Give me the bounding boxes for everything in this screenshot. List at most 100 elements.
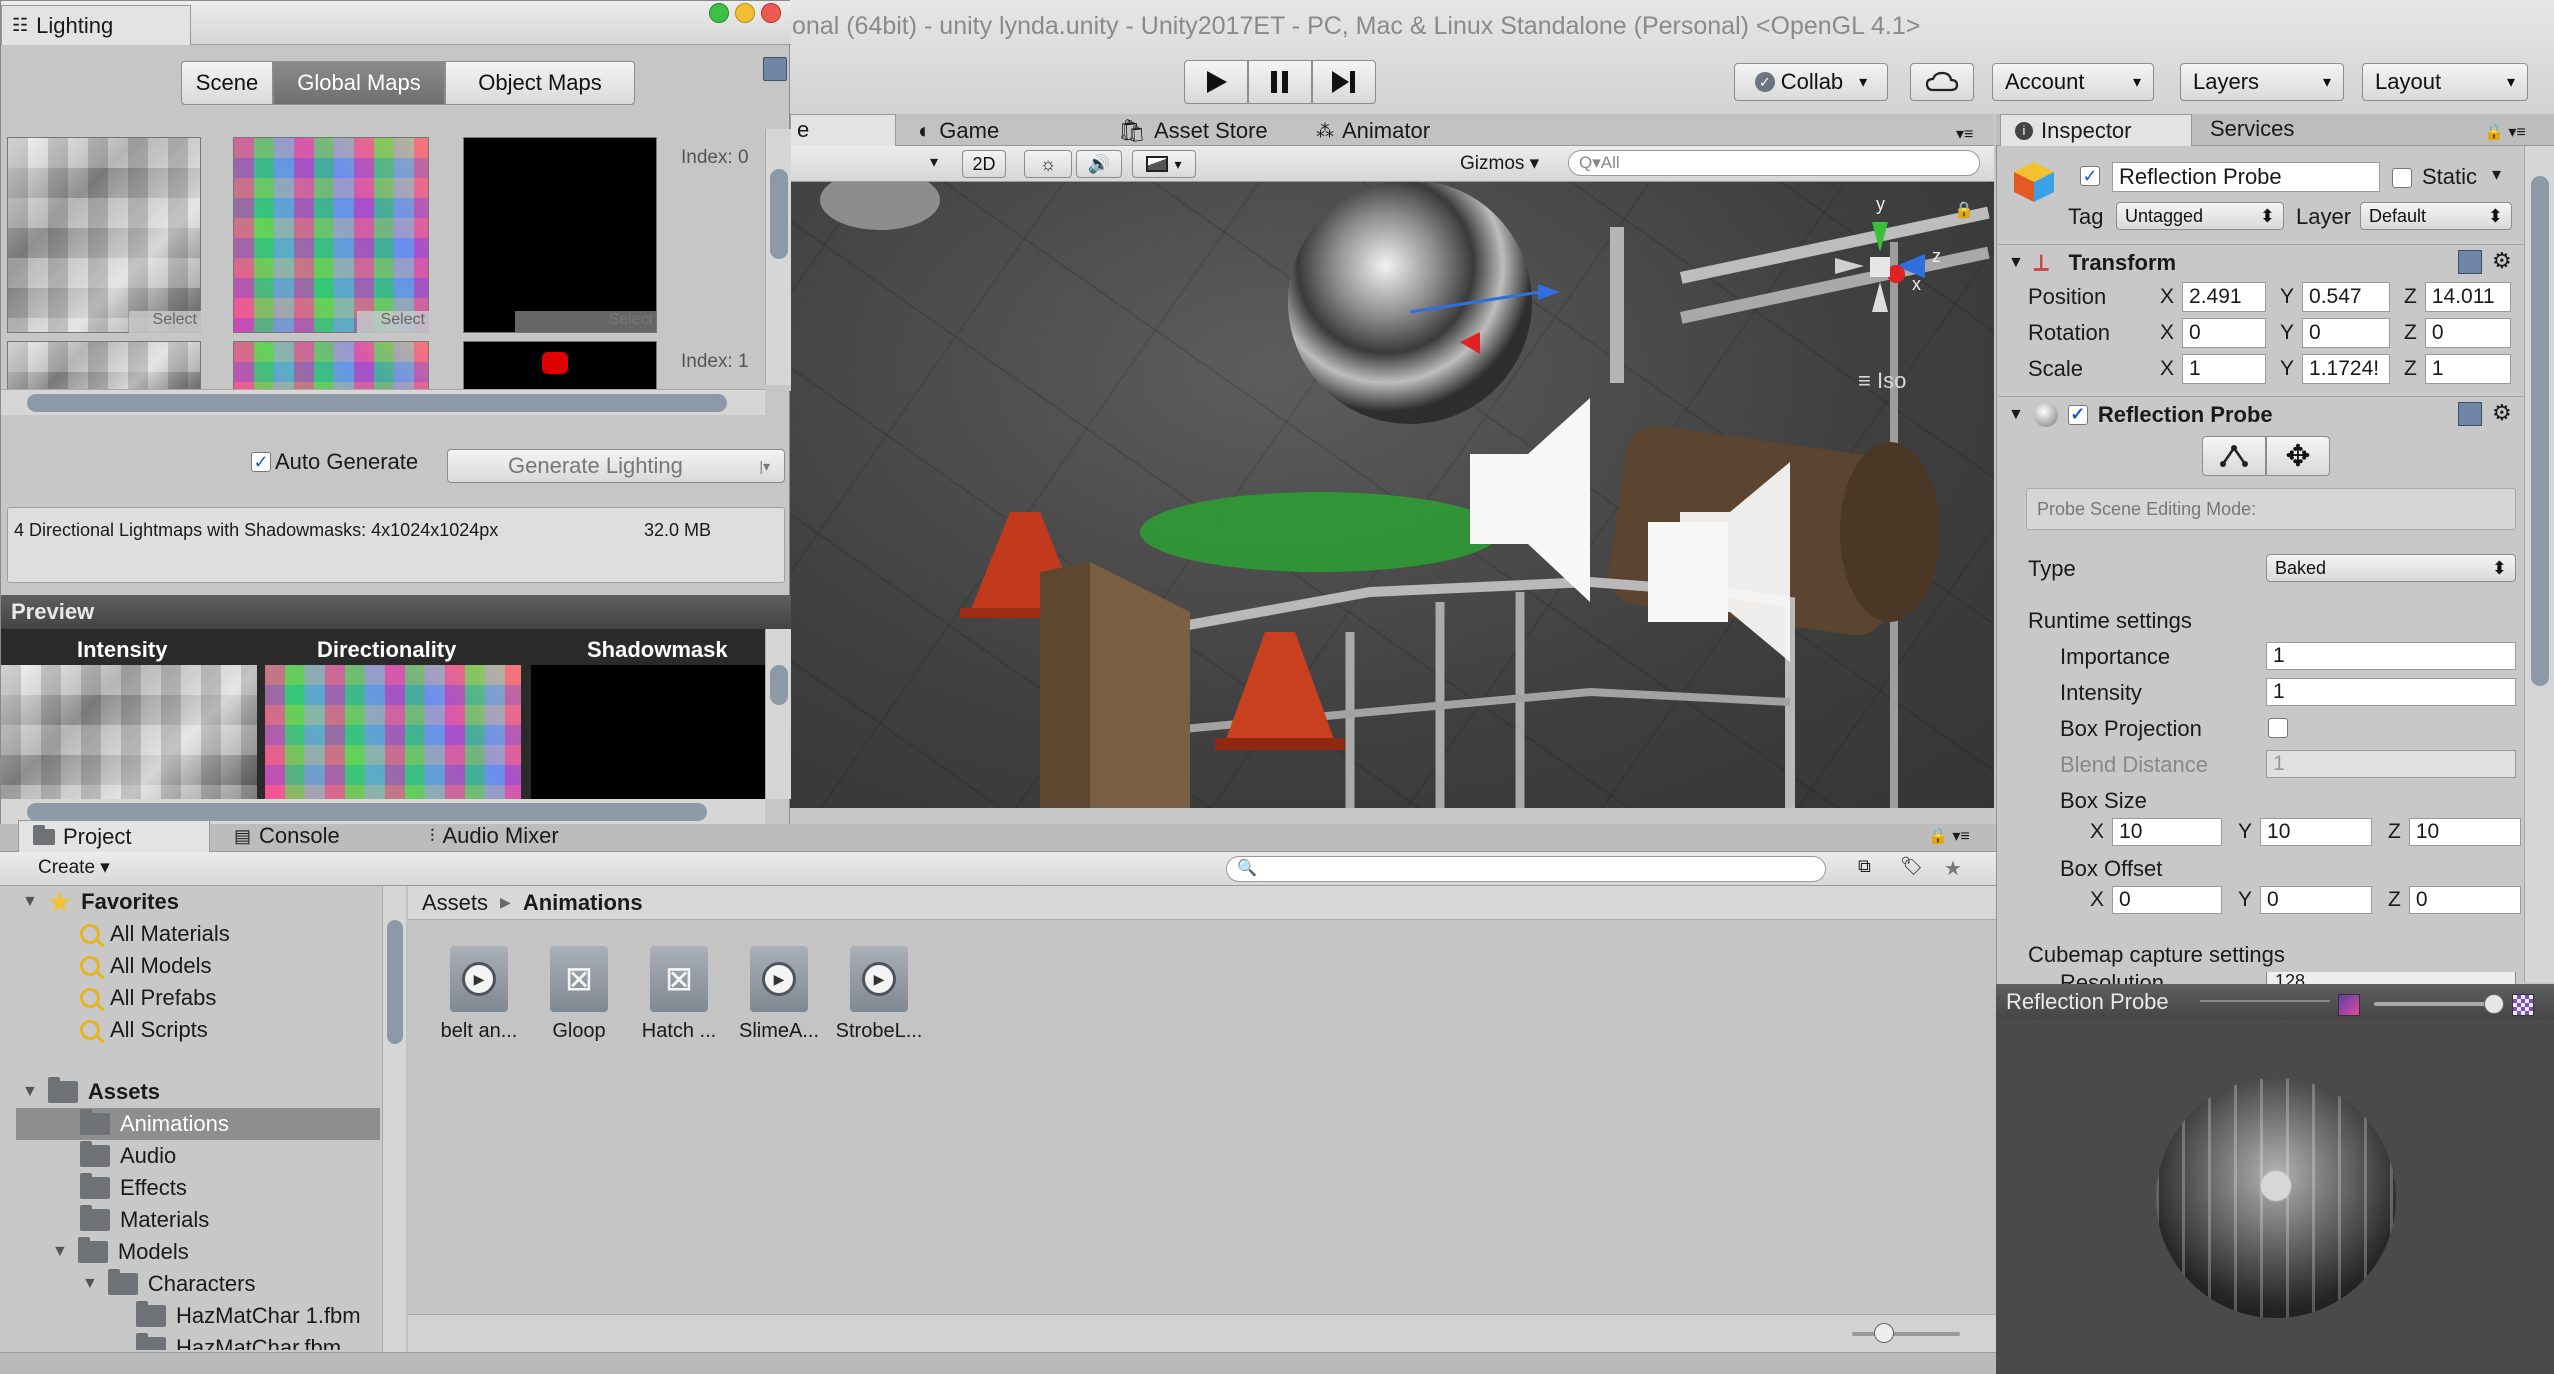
search-by-type-icon[interactable]: ⧉ xyxy=(1858,856,1871,877)
direction-thumb-0[interactable] xyxy=(233,137,429,333)
lightmaps-scrollbar[interactable] xyxy=(765,129,791,385)
tag-dropdown[interactable]: Untagged ⬍ xyxy=(2116,202,2284,230)
asset-belt-animation[interactable]: ▶ belt an... xyxy=(424,946,534,1043)
tab-inspector[interactable]: i Inspector xyxy=(2000,114,2192,146)
inspector-scrollbar[interactable] xyxy=(2524,146,2554,982)
favorite-all-materials[interactable]: All Materials xyxy=(80,918,230,950)
resolution-dropdown[interactable]: 128 xyxy=(2266,972,2516,984)
probe-settings-icon[interactable]: ⚙ xyxy=(2492,400,2512,426)
probe-help-icon[interactable] xyxy=(2458,402,2482,426)
tab-console[interactable]: ▤ Console xyxy=(234,820,340,852)
effects-toggle[interactable]: ▾ xyxy=(1132,150,1196,178)
folder-animations[interactable]: Animations xyxy=(80,1108,229,1140)
zoom-window-icon[interactable] xyxy=(709,3,729,23)
move-origin-button[interactable]: ✥ xyxy=(2266,436,2330,476)
folder-materials[interactable]: Materials xyxy=(80,1204,209,1236)
icon-size-slider-thumb[interactable] xyxy=(1874,1323,1894,1343)
lightmaps-scroll-thumb[interactable] xyxy=(770,169,788,259)
lightmaps-hscroll-thumb[interactable] xyxy=(27,394,727,412)
position-x-field[interactable]: 2.491 xyxy=(2182,282,2267,312)
tab-asset-store[interactable]: 🛍 Asset Store xyxy=(1118,116,1268,146)
step-button[interactable] xyxy=(1312,60,1376,104)
project-lock-icon[interactable]: 🔒 ▾≡ xyxy=(1928,826,1970,846)
box-size-x-field[interactable]: 10 xyxy=(2112,818,2223,846)
scale-y-field[interactable]: 1.1724! xyxy=(2302,354,2391,384)
preview-shadowmask[interactable] xyxy=(531,665,765,799)
select-button-2[interactable]: Select xyxy=(515,311,657,333)
gizmos-dropdown[interactable]: Gizmos ▾ xyxy=(1460,152,1539,175)
folder-audio[interactable]: Audio xyxy=(80,1140,176,1172)
active-checkbox[interactable]: ✓ xyxy=(2080,166,2100,186)
move-gizmo-z-arrow[interactable] xyxy=(1538,284,1560,300)
preview-tab-intensity[interactable]: Intensity xyxy=(77,637,167,663)
preview-intensity[interactable] xyxy=(1,665,257,799)
lighting-tab[interactable]: ☷ Lighting xyxy=(1,5,191,45)
icon-size-slider[interactable] xyxy=(1852,1323,1960,1343)
folder-effects[interactable]: Effects xyxy=(80,1172,187,1204)
rotation-z-field[interactable]: 0 xyxy=(2424,318,2511,348)
create-dropdown[interactable]: Create ▾ xyxy=(38,856,110,879)
breadcrumb-assets[interactable]: Assets xyxy=(422,890,488,916)
rotation-x-field[interactable]: 0 xyxy=(2182,318,2267,348)
folder-models[interactable]: ▼ Models xyxy=(52,1236,189,1268)
box-offset-x-field[interactable]: 0 xyxy=(2112,886,2223,914)
preview-checker-icon[interactable] xyxy=(2512,994,2534,1016)
object-name-field[interactable]: Reflection Probe xyxy=(2112,162,2380,192)
select-button-1[interactable]: Select xyxy=(357,311,429,333)
shadowmask-thumb-1[interactable] xyxy=(463,341,657,391)
box-size-y-field[interactable]: 10 xyxy=(2260,818,2373,846)
asset-hatch[interactable]: ⊠ Hatch ... xyxy=(624,946,734,1043)
tab-project[interactable]: Project xyxy=(18,820,210,852)
scene-search-input[interactable]: Q▾All xyxy=(1568,150,1980,176)
lightmap-thumb-1[interactable] xyxy=(7,341,201,391)
box-offset-y-field[interactable]: 0 xyxy=(2260,886,2373,914)
edit-bounds-button[interactable] xyxy=(2202,436,2266,476)
preview-scrollbar[interactable] xyxy=(765,629,791,799)
pause-button[interactable] xyxy=(1248,60,1312,104)
cloud-button[interactable] xyxy=(1910,63,1974,101)
project-tree-scroll-thumb[interactable] xyxy=(387,920,403,1044)
box-offset-z-field[interactable]: 0 xyxy=(2408,886,2521,914)
tab-object-maps[interactable]: Object Maps xyxy=(445,61,635,105)
rotation-y-field[interactable]: 0 xyxy=(2302,318,2391,348)
layout-dropdown[interactable]: Layout xyxy=(2362,63,2528,101)
position-z-field[interactable]: 14.011 xyxy=(2424,282,2511,312)
tab-menu-icon[interactable]: ▾≡ xyxy=(1956,124,1973,144)
tab-scene-lighting[interactable]: Scene xyxy=(181,61,273,105)
collab-button[interactable]: ✓ Collab xyxy=(1734,63,1888,101)
preview-slider-thumb[interactable] xyxy=(2484,994,2504,1014)
scale-x-field[interactable]: 1 xyxy=(2182,354,2267,384)
favorite-all-prefabs[interactable]: All Prefabs xyxy=(80,982,216,1014)
play-button[interactable] xyxy=(1184,60,1248,104)
generate-lighting-button[interactable]: Generate Lighting |▾ xyxy=(447,449,785,483)
reflection-probe-sphere[interactable] xyxy=(1288,182,1532,424)
audio-source-icon[interactable] xyxy=(1470,398,1590,602)
breadcrumb-animations[interactable]: Animations xyxy=(523,890,643,916)
reflection-probe-enabled-checkbox[interactable]: ✓ xyxy=(2067,404,2088,425)
project-tree-scrollbar[interactable] xyxy=(382,886,406,1352)
tab-services[interactable]: Services xyxy=(2210,116,2294,142)
draw-mode-dropdown[interactable]: ▾ xyxy=(930,152,938,172)
tab-animator[interactable]: ⁂ Animator xyxy=(1316,116,1430,146)
preview-scroll-thumb[interactable] xyxy=(770,665,788,705)
iso-label[interactable]: ≡ Iso xyxy=(1858,368,1906,394)
auto-generate-checkbox[interactable]: ✓ xyxy=(251,452,271,472)
lock-icon[interactable]: 🔒 xyxy=(1954,200,1974,220)
asset-strobe-light[interactable]: ▶ StrobeL... xyxy=(824,946,934,1043)
tab-audio-mixer[interactable]: ⫶ Audio Mixer xyxy=(430,820,559,852)
reflection-probe-header[interactable]: ▼ ✓ Reflection Probe xyxy=(1998,396,2530,432)
preview-hscroll-thumb[interactable] xyxy=(27,803,707,821)
assets-root[interactable]: ▼ Assets xyxy=(22,1076,160,1108)
transform-help-icon[interactable] xyxy=(2458,250,2482,274)
direction-thumb-1[interactable] xyxy=(233,341,429,391)
layer-dropdown[interactable]: Default ⬍ xyxy=(2360,202,2512,230)
position-y-field[interactable]: 0.547 xyxy=(2302,282,2391,312)
folder-characters[interactable]: ▼ Characters xyxy=(82,1268,255,1300)
transform-settings-icon[interactable]: ⚙ xyxy=(2492,248,2512,274)
layers-dropdown[interactable]: Layers xyxy=(2180,63,2344,101)
tab-global-maps[interactable]: Global Maps xyxy=(273,61,445,105)
save-search-icon[interactable]: ★ xyxy=(1944,856,1962,881)
project-search-input[interactable]: 🔍 xyxy=(1226,856,1826,882)
box-projection-checkbox[interactable] xyxy=(2268,718,2288,738)
transform-header[interactable]: ▼ ⟂ Transform xyxy=(1998,244,2530,280)
